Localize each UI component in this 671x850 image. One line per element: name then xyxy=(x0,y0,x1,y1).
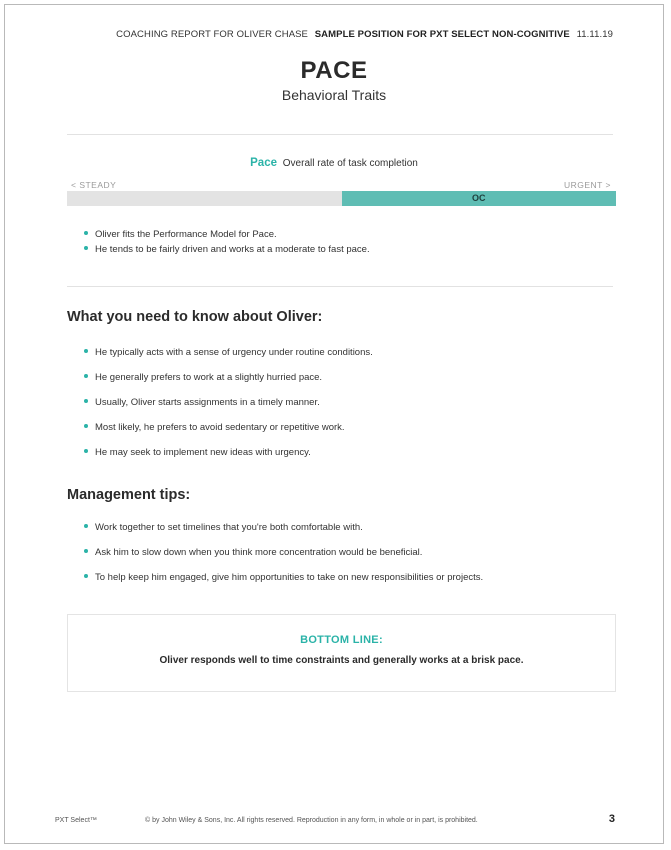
bottom-line-text: Oliver responds well to time constraints… xyxy=(159,655,524,666)
list-item: Most likely, he prefers to avoid sedenta… xyxy=(83,420,373,445)
report-header: COACHING REPORT FOR OLIVER CHASE SAMPLE … xyxy=(116,29,613,40)
trait-description: Overall rate of task completion xyxy=(282,158,418,169)
summary-list: Oliver fits the Performance Model for Pa… xyxy=(83,227,370,257)
know-heading: What you need to know about Oliver: xyxy=(67,309,323,325)
bottom-line-box: BOTTOM LINE: Oliver responds well to tim… xyxy=(67,614,616,692)
divider xyxy=(67,134,613,135)
list-item: He may seek to implement new ideas with … xyxy=(83,445,373,470)
report-for-label: COACHING REPORT FOR OLIVER CHASE xyxy=(116,29,308,40)
know-list: He typically acts with a sense of urgenc… xyxy=(83,345,373,470)
list-item: He typically acts with a sense of urgenc… xyxy=(83,345,373,370)
tips-heading: Management tips: xyxy=(67,487,191,503)
report-date: 11.11.19 xyxy=(576,29,613,40)
divider xyxy=(67,286,613,287)
footer-copyright: © by John Wiley & Sons, Inc. All rights … xyxy=(145,817,478,824)
trait-name: Pace xyxy=(250,157,277,169)
trait-scale-bar: OC xyxy=(67,191,616,206)
scale-left-label: < STEADY xyxy=(71,180,117,190)
list-item: He generally prefers to work at a slight… xyxy=(83,370,373,395)
list-item: He tends to be fairly driven and works a… xyxy=(83,242,370,257)
list-item: Ask him to slow down when you think more… xyxy=(83,545,483,570)
scale-right-label: URGENT > xyxy=(563,180,611,190)
bottom-line-title: BOTTOM LINE: xyxy=(300,634,383,646)
scale-track xyxy=(67,191,342,206)
trait-heading: Pace Overall rate of task completion xyxy=(5,157,663,169)
page-number: 3 xyxy=(608,813,615,825)
list-item: Work together to set timelines that you'… xyxy=(83,520,483,545)
list-item: Usually, Oliver starts assignments in a … xyxy=(83,395,373,420)
candidate-marker: OC xyxy=(472,193,486,203)
tips-list: Work together to set timelines that you'… xyxy=(83,520,483,595)
report-page: COACHING REPORT FOR OLIVER CHASE SAMPLE … xyxy=(4,4,664,844)
position-label: SAMPLE POSITION FOR PXT SELECT NON-COGNI… xyxy=(314,29,570,40)
footer-product: PXT Select™ xyxy=(55,817,97,824)
page-subtitle: Behavioral Traits xyxy=(281,87,387,103)
list-item: To help keep him engaged, give him oppor… xyxy=(83,570,483,595)
page-title: PACE xyxy=(300,57,368,84)
list-item: Oliver fits the Performance Model for Pa… xyxy=(83,227,370,242)
